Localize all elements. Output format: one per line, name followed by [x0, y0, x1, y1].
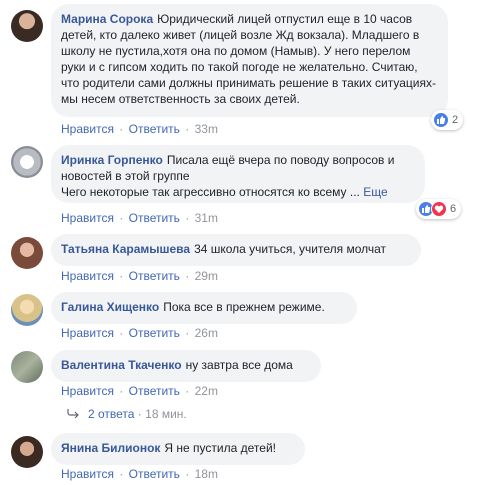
comment-author[interactable]: Марина Сорока — [61, 12, 153, 26]
comment-text: 34 школа учиться, учителя молчат — [194, 242, 387, 256]
see-more-link[interactable]: Еще — [363, 185, 387, 199]
avatar[interactable] — [11, 294, 43, 326]
comment-bubble: Янина Билионок Я не пустила детей! — [51, 433, 305, 465]
comment-actions: Нравится · Ответить · 18m — [61, 467, 218, 481]
comment-bubble: Марина Сорока Юридический лицей отпустил … — [51, 4, 448, 117]
reply-link[interactable]: Ответить — [129, 122, 180, 136]
avatar[interactable] — [11, 436, 43, 468]
reply-link[interactable]: Ответить — [129, 269, 180, 283]
comment-text: ну завтра все дома — [185, 358, 293, 372]
comment-author[interactable]: Валентина Ткаченко — [61, 358, 182, 372]
comment-author[interactable]: Янина Билионок — [61, 441, 160, 455]
like-link[interactable]: Нравится — [61, 326, 114, 340]
comment-time[interactable]: 31m — [195, 211, 218, 225]
comment-bubble: Татьяна Карамышева 34 школа учиться, учит… — [51, 234, 421, 266]
reactions-count: 2 — [452, 114, 459, 126]
comment-author[interactable]: Иринка Горпенко — [61, 153, 163, 167]
reactions-summary[interactable]: 6 — [416, 199, 462, 219]
avatar[interactable] — [11, 237, 43, 269]
like-reaction-icon — [433, 112, 449, 128]
replies-time: 18 мин. — [145, 407, 187, 421]
comment-actions: Нравится · Ответить · 33m — [61, 122, 218, 136]
avatar[interactable] — [11, 351, 43, 383]
like-link[interactable]: Нравится — [61, 467, 114, 481]
like-link[interactable]: Нравится — [61, 269, 114, 283]
like-link[interactable]: Нравится — [61, 384, 114, 398]
reply-link[interactable]: Ответить — [129, 467, 180, 481]
replies-count[interactable]: 2 ответа — [88, 407, 134, 421]
comment-time[interactable]: 29m — [195, 269, 218, 283]
reply-arrow-icon — [66, 406, 80, 422]
reply-link[interactable]: Ответить — [129, 326, 180, 340]
reactions-summary[interactable]: 2 — [431, 110, 464, 130]
comment-actions: Нравится · Ответить · 22m — [61, 384, 218, 398]
comment-time[interactable]: 18m — [195, 467, 218, 481]
comment-text: Пока все в прежнем режиме. — [163, 300, 325, 314]
comment-time[interactable]: 33m — [195, 122, 218, 136]
reactions-count: 6 — [450, 203, 457, 215]
comment-time[interactable]: 22m — [195, 384, 218, 398]
avatar[interactable] — [11, 10, 43, 42]
like-link[interactable]: Нравится — [61, 122, 114, 136]
comment-bubble: Галина Хищенко Пока все в прежнем режиме. — [51, 292, 357, 324]
like-link[interactable]: Нравится — [61, 211, 114, 225]
comment-text: Юридический лицей отпустил еще в 10 часо… — [61, 12, 436, 106]
comment-text: Я не пустила детей! — [164, 441, 276, 455]
comment-bubble: Иринка Горпенко Писала ещё вчера по повод… — [51, 145, 425, 203]
love-reaction-icon — [431, 201, 447, 217]
reply-link[interactable]: Ответить — [129, 211, 180, 225]
comment-actions: Нравится · Ответить · 26m — [61, 326, 218, 340]
comment-actions: Нравится · Ответить · 31m — [61, 211, 218, 225]
comment-author[interactable]: Татьяна Карамышева — [61, 242, 190, 256]
comment-time[interactable]: 26m — [195, 326, 218, 340]
comment-author[interactable]: Галина Хищенко — [61, 300, 159, 314]
comment-actions: Нравится · Ответить · 29m — [61, 269, 218, 283]
avatar[interactable] — [11, 146, 43, 178]
comment-bubble: Валентина Ткаченко ну завтра все дома — [51, 350, 321, 382]
reply-link[interactable]: Ответить — [129, 384, 180, 398]
view-replies-link[interactable]: 2 ответа · 18 мин. — [66, 406, 187, 422]
